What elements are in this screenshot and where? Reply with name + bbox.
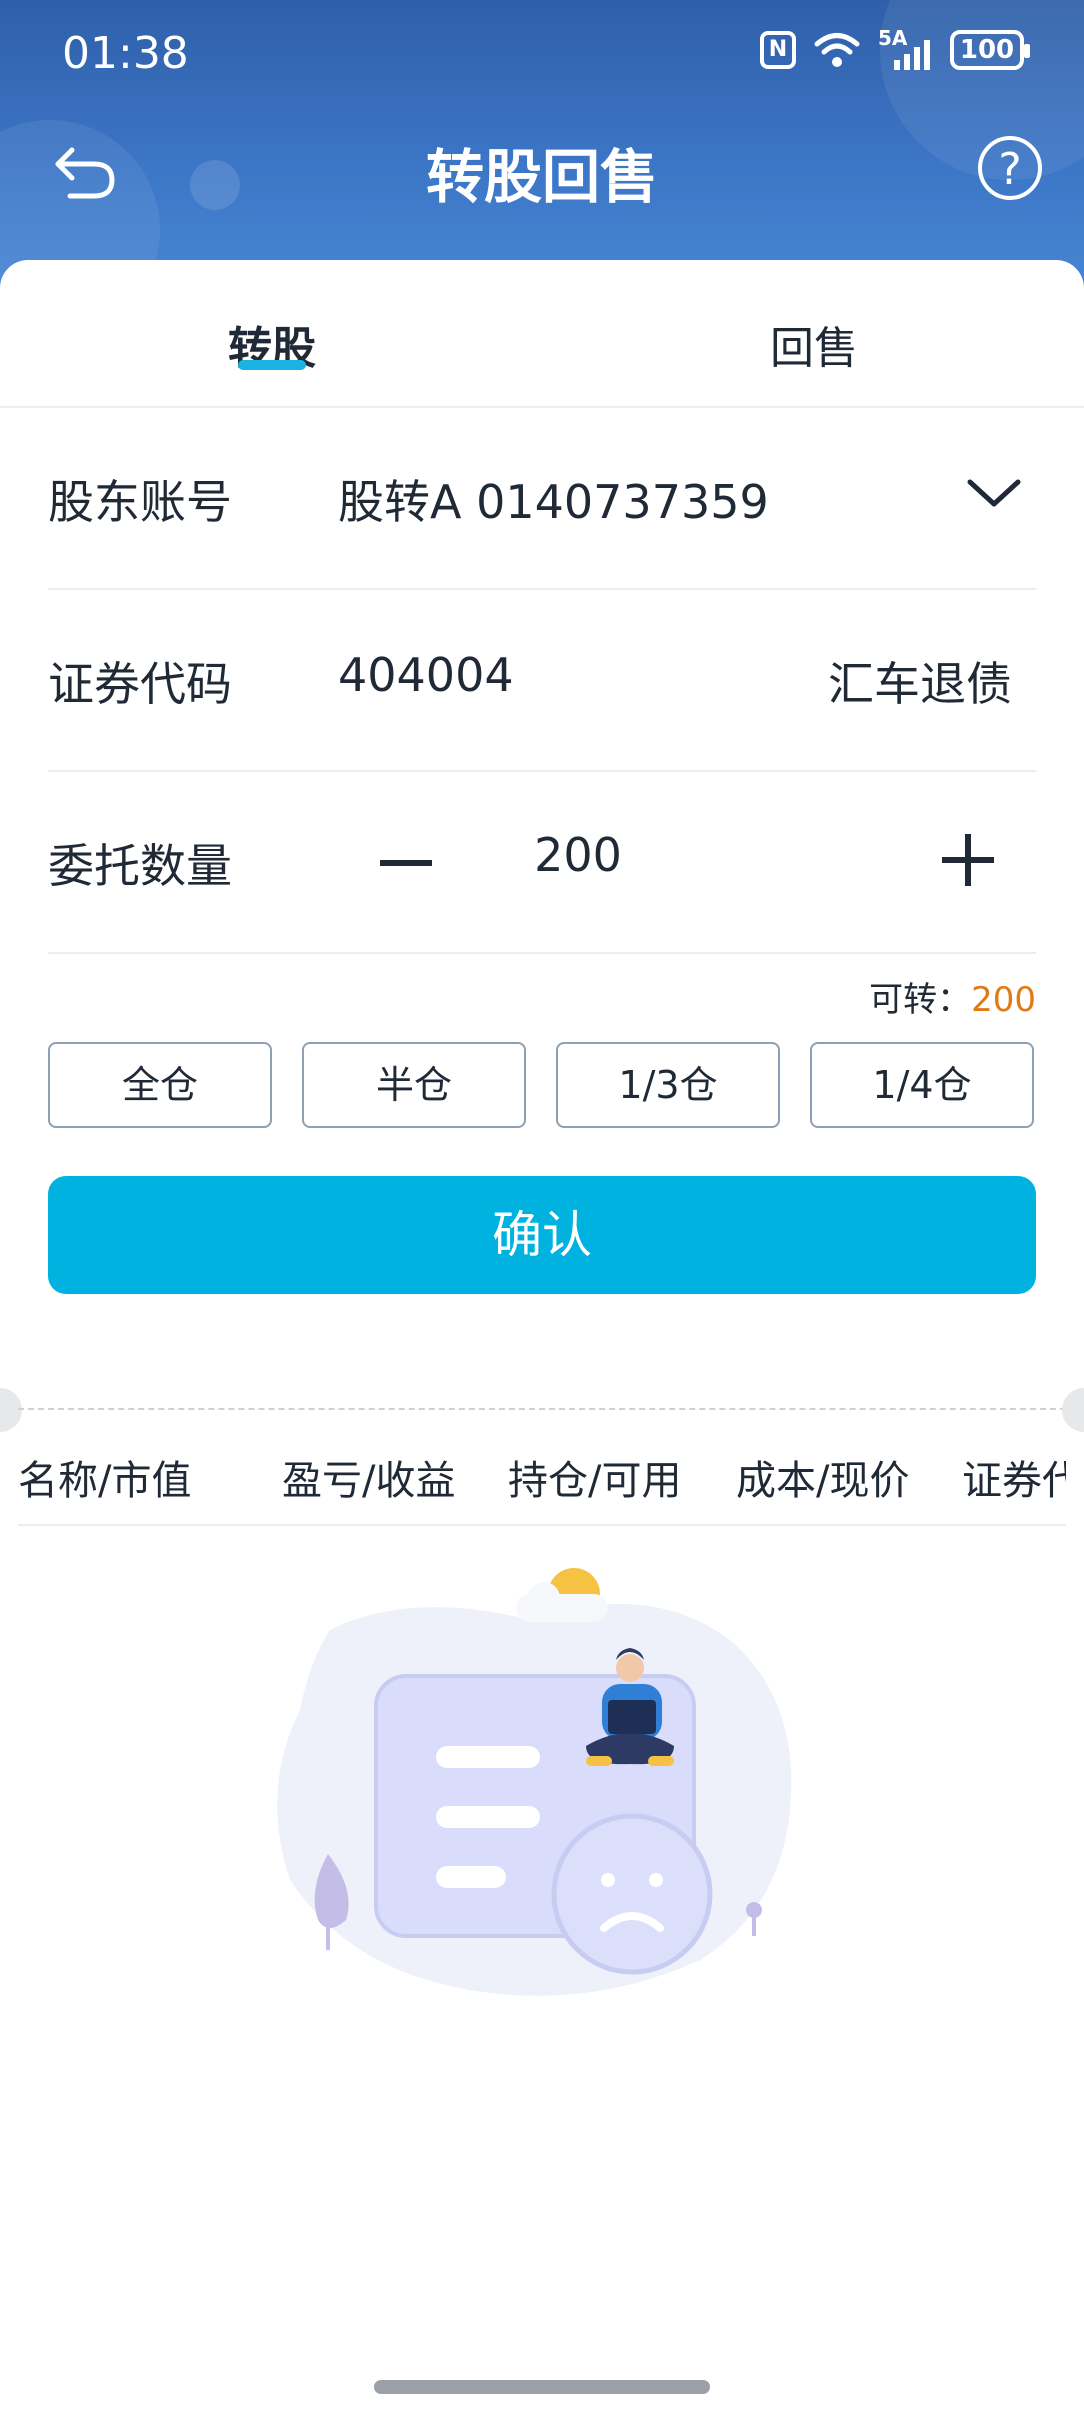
plus-icon[interactable]: [942, 834, 994, 886]
main-card: 转股 回售 股东账号 股转A 0140737359 证券代码 404004 汇车…: [0, 260, 1084, 2412]
holdings-table-header: 名称/市值 盈亏/收益 持仓/可用 成本/现价 证券代: [18, 1426, 1066, 1526]
available-value: 200: [971, 980, 1036, 1020]
wifi-icon: [814, 33, 860, 67]
page-title: 转股回售: [425, 143, 658, 211]
battery-icon: 100: [950, 30, 1030, 70]
quantity-input[interactable]: 200: [428, 828, 728, 882]
available-amount: 可转：200: [869, 972, 1036, 1021]
security-name: 汇车退债: [828, 657, 1012, 711]
full-position-button[interactable]: 全仓: [48, 1042, 272, 1128]
account-label: 股东账号: [48, 475, 232, 529]
third-position-button[interactable]: 1/3仓: [556, 1042, 780, 1128]
confirm-button[interactable]: 确认: [48, 1176, 1036, 1294]
tab-bar: 转股 回售: [0, 260, 1084, 408]
quantity-label: 委托数量: [48, 839, 232, 893]
col-position[interactable]: 持仓/可用: [508, 1448, 681, 1506]
col-name-value[interactable]: 名称/市值: [18, 1448, 191, 1506]
active-tab-indicator: [238, 360, 306, 370]
status-icons: N 5A 100: [760, 26, 1030, 70]
account-row[interactable]: 股东账号 股转A 0140737359: [48, 408, 1036, 590]
code-value[interactable]: 404004: [338, 648, 514, 702]
signal-icon: 5A: [878, 26, 932, 70]
col-pnl[interactable]: 盈亏/收益: [282, 1448, 455, 1506]
half-position-button[interactable]: 半仓: [302, 1042, 526, 1128]
tab-putback[interactable]: 回售: [770, 312, 858, 376]
minus-icon[interactable]: [380, 860, 432, 866]
dashed-separator: [18, 1408, 1066, 1410]
home-indicator[interactable]: [374, 2380, 710, 2394]
app-header: 01:38 N 5A 100 转股回售 ?: [0, 0, 1084, 300]
code-label: 证券代码: [48, 657, 232, 711]
quarter-position-button[interactable]: 1/4仓: [810, 1042, 1034, 1128]
chevron-down-icon[interactable]: [966, 476, 1022, 510]
account-value: 股转A 0140737359: [338, 475, 769, 529]
question-circle-icon[interactable]: ?: [978, 136, 1042, 200]
status-time: 01:38: [62, 28, 189, 79]
empty-state-illustration: [277, 1568, 792, 1996]
nfc-icon: N: [760, 31, 796, 69]
col-security-code[interactable]: 证券代: [962, 1448, 1066, 1506]
available-label: 可转：: [869, 980, 972, 1020]
quantity-row: 委托数量 200: [48, 772, 1036, 954]
code-row: 证券代码 404004 汇车退债: [48, 590, 1036, 772]
col-cost-price[interactable]: 成本/现价: [736, 1448, 909, 1506]
